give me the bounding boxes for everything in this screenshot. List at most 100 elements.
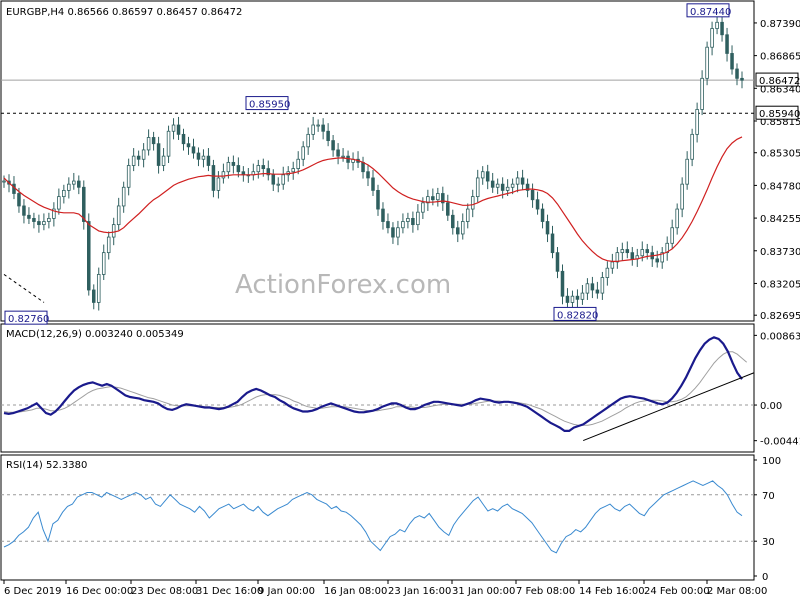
candle-body bbox=[565, 295, 570, 303]
rsi-tick-label: 0 bbox=[762, 572, 768, 583]
date-tick-label: 16 Dec 00:00 bbox=[66, 586, 133, 597]
macd-tick-label: 0.008635 bbox=[760, 331, 800, 342]
macd-main-line bbox=[3, 336, 743, 432]
price-annotation-label: 0.82760 bbox=[8, 314, 49, 325]
candle-body bbox=[271, 174, 276, 185]
candle-body bbox=[585, 283, 590, 294]
price-tick-label: 0.82695 bbox=[760, 311, 800, 322]
moving-average-path bbox=[3, 136, 743, 262]
date-tick-label: 7 Feb 08:00 bbox=[516, 586, 575, 597]
candle-body bbox=[401, 221, 405, 229]
candle-body bbox=[32, 218, 36, 222]
candle-body bbox=[126, 165, 131, 188]
candle-body bbox=[181, 133, 186, 145]
candle-body bbox=[376, 189, 380, 210]
rsi-pane-title: RSI(14) 52.3380 bbox=[6, 460, 87, 471]
candle-body bbox=[590, 283, 595, 291]
candle-body bbox=[595, 289, 600, 294]
candle-body bbox=[206, 155, 211, 166]
candle-body bbox=[146, 137, 151, 151]
candle-body bbox=[580, 292, 585, 300]
candle-body bbox=[296, 158, 300, 170]
candle-body bbox=[136, 155, 141, 160]
price-pane-title: EURGBP,H4 0.86566 0.86597 0.86457 0.8647… bbox=[6, 7, 242, 18]
candle-body bbox=[416, 211, 420, 226]
candle-body bbox=[311, 124, 315, 135]
candle-body bbox=[316, 124, 320, 127]
candle-body bbox=[381, 208, 385, 222]
candle-body bbox=[341, 155, 345, 158]
date-tick-label: 14 Feb 16:00 bbox=[579, 586, 645, 597]
candle-body bbox=[216, 177, 221, 191]
candle-body bbox=[620, 249, 625, 254]
candle-body bbox=[540, 208, 545, 222]
price-annotation-label: 0.82820 bbox=[557, 310, 598, 321]
price-candles bbox=[2, 14, 744, 311]
candle-body bbox=[735, 68, 739, 79]
candle-body bbox=[615, 252, 620, 263]
candle-body bbox=[535, 199, 540, 210]
candle-body bbox=[82, 186, 86, 222]
candle-body bbox=[685, 158, 689, 185]
candle-body bbox=[530, 189, 535, 201]
chart-canvas: ActionForex.com EURGBP,H4 0.86566 0.8659… bbox=[0, 0, 800, 597]
candle-body bbox=[710, 28, 714, 48]
candle-body bbox=[391, 227, 395, 238]
candle-body bbox=[67, 183, 71, 191]
candle-body bbox=[166, 130, 171, 157]
candle-body bbox=[72, 180, 76, 185]
candle-body bbox=[211, 165, 216, 191]
candle-body bbox=[740, 77, 744, 81]
rsi-line bbox=[3, 480, 743, 554]
candle-body bbox=[301, 146, 305, 160]
date-tick-label: 2 Mar 08:00 bbox=[707, 586, 767, 597]
candle-body bbox=[670, 227, 674, 244]
candle-body bbox=[485, 171, 490, 182]
candle-body bbox=[256, 165, 261, 173]
candle-body bbox=[371, 177, 375, 191]
candle-body bbox=[411, 218, 415, 226]
candle-body bbox=[545, 221, 550, 235]
candle-body bbox=[700, 77, 704, 110]
candle-body bbox=[406, 218, 410, 222]
price-y-axis: 0.873900.868650.863400.858150.853050.847… bbox=[754, 19, 800, 322]
candle-body bbox=[690, 133, 694, 160]
candle-body bbox=[291, 168, 295, 173]
macd-tick-label: -0.004415 bbox=[760, 437, 800, 448]
watermark: ActionForex.com bbox=[235, 270, 451, 300]
candle-body bbox=[570, 295, 575, 303]
candle-body bbox=[705, 46, 709, 79]
price-tick-label: 0.84780 bbox=[760, 181, 800, 192]
candle-body bbox=[42, 221, 46, 226]
candle-body bbox=[720, 21, 724, 36]
macd-y-axis: 0.008635 0.00 -0.004415 bbox=[754, 331, 800, 448]
candle-body bbox=[47, 218, 51, 222]
candle-body bbox=[281, 174, 286, 185]
rsi-pane-border bbox=[0, 454, 755, 581]
candle-body bbox=[17, 193, 21, 207]
candle-body bbox=[456, 227, 460, 235]
candle-body bbox=[550, 233, 555, 254]
candle-body bbox=[695, 109, 699, 135]
price-annotation-label: 0.85950 bbox=[249, 100, 290, 111]
price-tick-label: 0.83205 bbox=[760, 279, 800, 290]
candle-body bbox=[156, 143, 161, 166]
candle-body bbox=[431, 196, 435, 201]
candle-body bbox=[191, 146, 196, 154]
candle-body bbox=[555, 252, 560, 272]
candle-body bbox=[460, 221, 465, 235]
candle-body bbox=[236, 165, 241, 173]
candle-body bbox=[37, 221, 41, 226]
price-tick-label: 0.84255 bbox=[760, 214, 800, 225]
date-tick-label: 31 Dec 16:00 bbox=[196, 586, 263, 597]
candle-body bbox=[366, 171, 370, 179]
date-tick-label: 16 Jan 08:00 bbox=[324, 586, 387, 597]
candle-body bbox=[306, 133, 310, 148]
price-tick-label: 0.86865 bbox=[760, 52, 800, 63]
candle-body bbox=[421, 202, 425, 213]
candle-body bbox=[470, 196, 475, 210]
rsi-lines bbox=[1, 480, 754, 554]
candle-body bbox=[261, 165, 266, 170]
candle-body bbox=[27, 214, 31, 219]
candle-body bbox=[515, 177, 520, 185]
